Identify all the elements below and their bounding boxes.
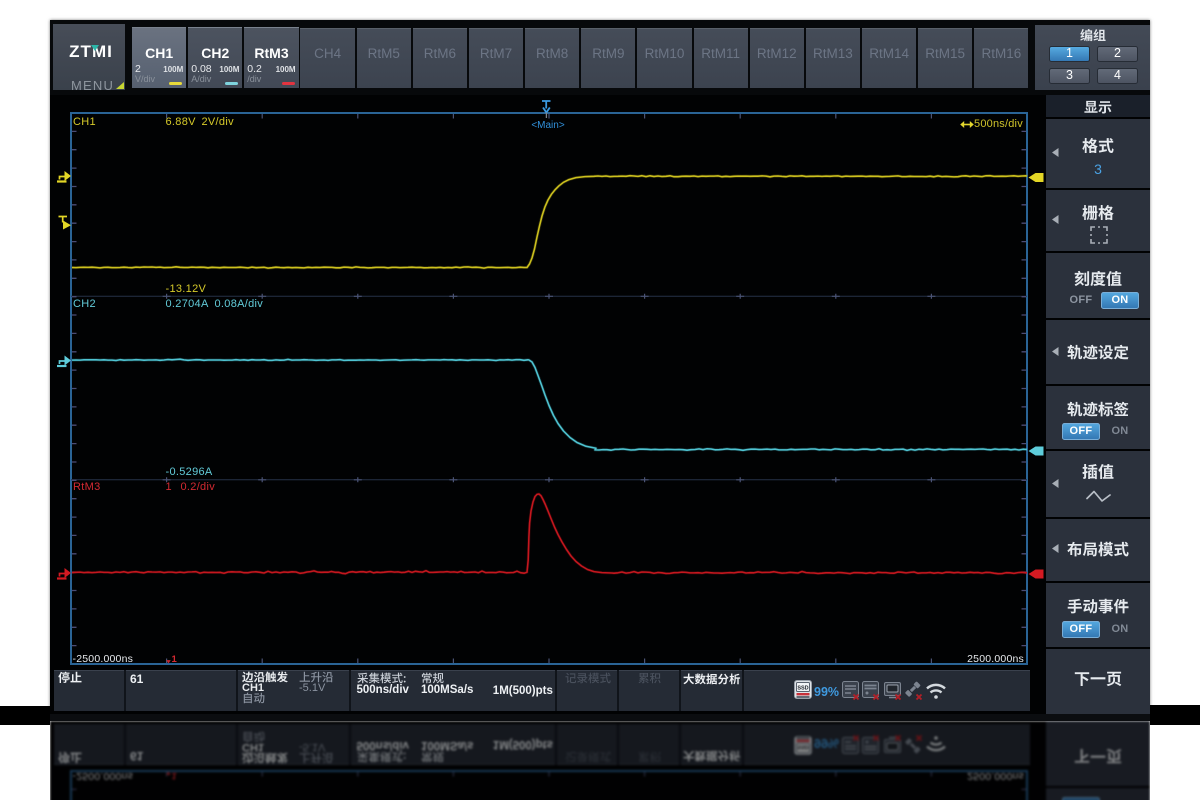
svg-text:SSD: SSD xyxy=(797,686,808,692)
svg-text:SSD: SSD xyxy=(797,744,808,750)
